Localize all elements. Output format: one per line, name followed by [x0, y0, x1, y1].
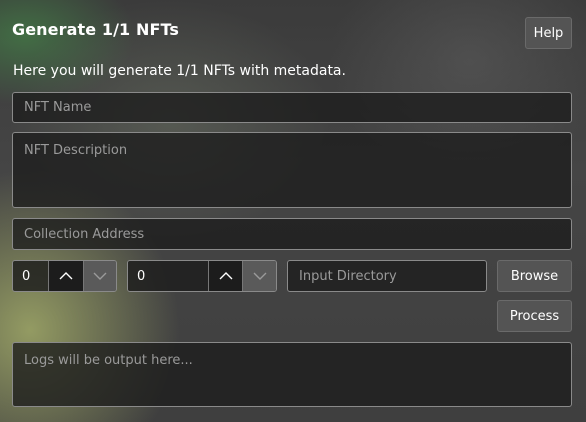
stepper-2-decrement-button[interactable]: [242, 261, 276, 291]
page-subtitle: Here you will generate 1/1 NFTs with met…: [13, 63, 346, 79]
help-button[interactable]: Help: [525, 17, 572, 49]
browse-button[interactable]: Browse: [497, 260, 572, 292]
collection-address-input[interactable]: Collection Address: [12, 218, 572, 250]
chevron-down-icon: [93, 272, 107, 280]
page-title: Generate 1/1 NFTs: [12, 20, 179, 39]
input-directory-field[interactable]: Input Directory: [287, 260, 487, 292]
chevron-down-icon: [253, 272, 267, 280]
stepper-1-decrement-button[interactable]: [82, 261, 116, 291]
logs-output[interactable]: Logs will be output here...: [12, 342, 572, 407]
process-button[interactable]: Process: [497, 300, 572, 332]
stepper-2-increment-button[interactable]: [207, 261, 243, 291]
quantity-stepper-1[interactable]: 0: [12, 260, 117, 292]
quantity-stepper-2[interactable]: 0: [127, 260, 277, 292]
nft-name-input[interactable]: NFT Name: [12, 92, 572, 123]
nft-description-input[interactable]: NFT Description: [12, 132, 572, 208]
chevron-up-icon: [59, 272, 73, 280]
stepper-2-value[interactable]: 0: [128, 261, 208, 291]
stepper-1-increment-button[interactable]: [48, 261, 83, 291]
chevron-up-icon: [219, 272, 233, 280]
stepper-1-value[interactable]: 0: [13, 261, 49, 291]
